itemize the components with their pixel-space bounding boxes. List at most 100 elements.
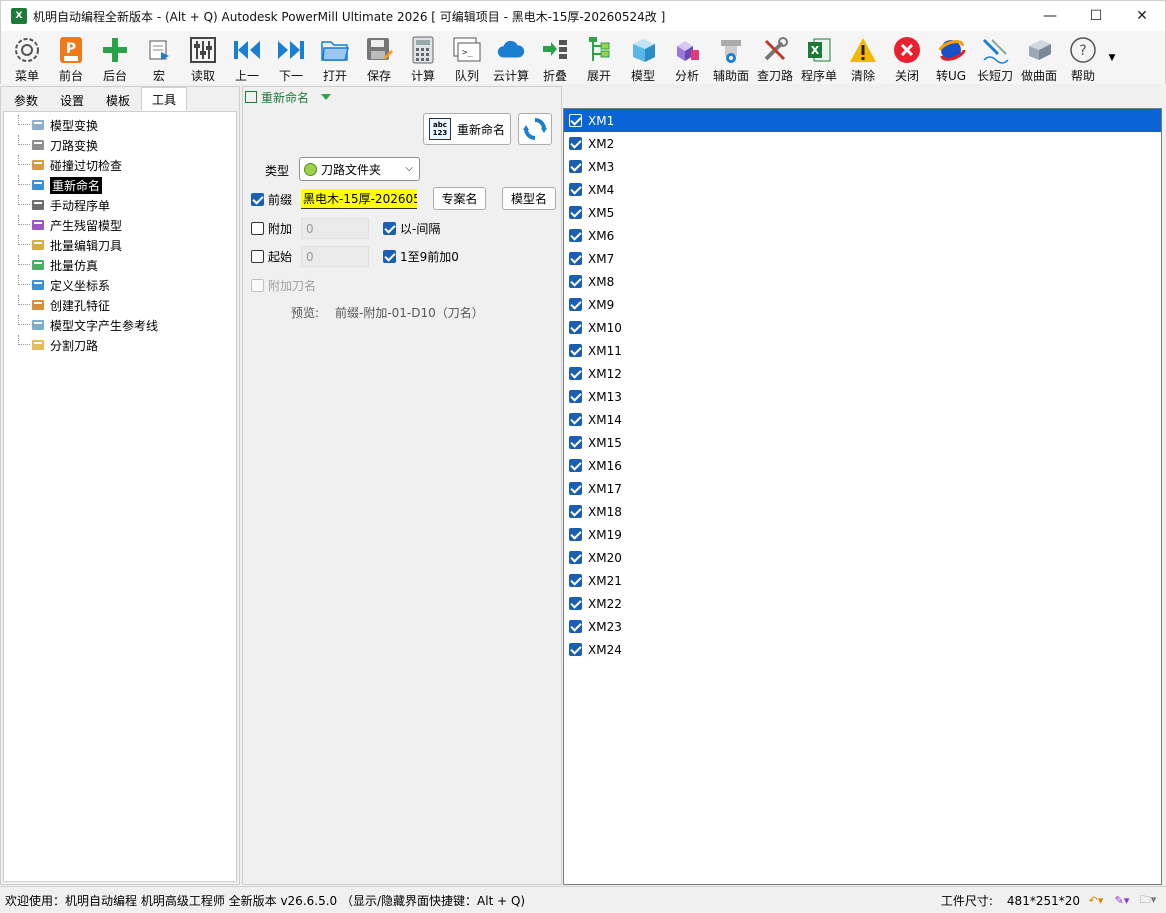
- toolbar-button-aux-surface[interactable]: 辅助面: [709, 31, 753, 84]
- list-item[interactable]: XM9: [564, 293, 1161, 316]
- tree-item[interactable]: 重新命名: [4, 175, 236, 195]
- toolbar-button-cube[interactable]: 模型: [621, 31, 665, 84]
- tree-item[interactable]: 刀路变换: [4, 135, 236, 155]
- minimize-button[interactable]: —: [1027, 1, 1073, 31]
- toolbar-button-tool-length[interactable]: 长短刀: [973, 31, 1017, 84]
- append-tool-name-checkbox[interactable]: [251, 279, 264, 292]
- list-item-checkbox[interactable]: [569, 528, 582, 541]
- toolbar-button-sliders[interactable]: 读取: [181, 31, 225, 84]
- toolbar-button-ug[interactable]: 转UG: [929, 31, 973, 84]
- list-item[interactable]: XM2: [564, 132, 1161, 155]
- list-item[interactable]: XM22: [564, 592, 1161, 615]
- rename-button[interactable]: abc 123 重新命名: [423, 113, 511, 145]
- list-item-checkbox[interactable]: [569, 275, 582, 288]
- prefix-checkbox[interactable]: [251, 193, 264, 206]
- tree-item[interactable]: 分割刀路: [4, 335, 236, 355]
- append-checkbox[interactable]: [251, 222, 264, 235]
- toolbar-button-gear[interactable]: 菜单: [5, 31, 49, 84]
- tree-item[interactable]: 创建孔特征: [4, 295, 236, 315]
- list-item[interactable]: XM19: [564, 523, 1161, 546]
- list-item-checkbox[interactable]: [569, 620, 582, 633]
- chevron-down-icon[interactable]: [321, 94, 332, 100]
- list-item-checkbox[interactable]: [569, 252, 582, 265]
- list-item[interactable]: XM1: [564, 109, 1161, 132]
- list-item-checkbox[interactable]: [569, 574, 582, 587]
- list-item-checkbox[interactable]: [569, 643, 582, 656]
- maximize-button[interactable]: ☐: [1073, 1, 1119, 31]
- list-item[interactable]: XM8: [564, 270, 1161, 293]
- list-item[interactable]: XM10: [564, 316, 1161, 339]
- list-item[interactable]: XM12: [564, 362, 1161, 385]
- tab-1[interactable]: 设置: [49, 89, 95, 111]
- toolbar-button-save[interactable]: 保存: [357, 31, 401, 84]
- refresh-button[interactable]: [518, 113, 552, 145]
- list-item-checkbox[interactable]: [569, 344, 582, 357]
- list-item-checkbox[interactable]: [569, 413, 582, 426]
- list-item-checkbox[interactable]: [569, 298, 582, 311]
- tab-3[interactable]: 工具: [141, 87, 188, 111]
- tree-item[interactable]: 批量仿真: [4, 255, 236, 275]
- append-input[interactable]: 0: [301, 218, 369, 239]
- list-item[interactable]: XM17: [564, 477, 1161, 500]
- list-item-checkbox[interactable]: [569, 551, 582, 564]
- list-item[interactable]: XM21: [564, 569, 1161, 592]
- tree-item[interactable]: 碰撞过切检查: [4, 155, 236, 175]
- tree-item[interactable]: 模型变换: [4, 115, 236, 135]
- toolbar-button-next[interactable]: 下一: [269, 31, 313, 84]
- toolbar-button-help[interactable]: ? 帮助: [1061, 31, 1105, 84]
- list-item-checkbox[interactable]: [569, 160, 582, 173]
- list-item[interactable]: XM16: [564, 454, 1161, 477]
- tab-2[interactable]: 模板: [95, 89, 141, 111]
- list-item-checkbox[interactable]: [569, 114, 582, 127]
- toolbar-button-queue-terminal[interactable]: >_ 队列: [445, 31, 489, 84]
- list-item[interactable]: XM24: [564, 638, 1161, 661]
- type-select[interactable]: 刀路文件夹 ⌵: [299, 157, 420, 181]
- toolbar-button-calculator[interactable]: 计算: [401, 31, 445, 84]
- list-item-checkbox[interactable]: [569, 367, 582, 380]
- list-item[interactable]: XM13: [564, 385, 1161, 408]
- toolbar-button-expand-tree[interactable]: 展开: [577, 31, 621, 84]
- list-item-checkbox[interactable]: [569, 459, 582, 472]
- toolbar-button-previous[interactable]: 上一: [225, 31, 269, 84]
- toolbar-button-warning[interactable]: 清除: [841, 31, 885, 84]
- rename-header[interactable]: 重新命名: [243, 87, 561, 107]
- list-item-checkbox[interactable]: [569, 183, 582, 196]
- list-item-checkbox[interactable]: [569, 482, 582, 495]
- toolbar-button-excel[interactable]: X 程序单: [797, 31, 841, 84]
- list-item-checkbox[interactable]: [569, 597, 582, 610]
- start-checkbox[interactable]: [251, 250, 264, 263]
- list-item[interactable]: XM18: [564, 500, 1161, 523]
- toolbar-button-analysis[interactable]: 分析: [665, 31, 709, 84]
- toolpath-draw-icon[interactable]: ✎▾: [1112, 893, 1132, 909]
- list-item[interactable]: XM15: [564, 431, 1161, 454]
- tree-item[interactable]: 模型文字产生参考线: [4, 315, 236, 335]
- tree-item[interactable]: 手动程序单: [4, 195, 236, 215]
- list-item-checkbox[interactable]: [569, 137, 582, 150]
- folder-icon[interactable]: 🗀▾: [1138, 893, 1158, 909]
- tree-item[interactable]: 批量编辑刀具: [4, 235, 236, 255]
- list-item-checkbox[interactable]: [569, 229, 582, 242]
- list-item[interactable]: XM3: [564, 155, 1161, 178]
- toolbar-button-tools[interactable]: 查刀路: [753, 31, 797, 84]
- toolbar-button-plus[interactable]: 后台: [93, 31, 137, 84]
- list-item[interactable]: XM4: [564, 178, 1161, 201]
- start-input[interactable]: 0: [301, 246, 369, 267]
- tree-item[interactable]: 定义坐标系: [4, 275, 236, 295]
- list-item-checkbox[interactable]: [569, 206, 582, 219]
- prefix-input[interactable]: 黑电木-15厚-202605: [301, 189, 417, 209]
- list-item-checkbox[interactable]: [569, 436, 582, 449]
- list-item-checkbox[interactable]: [569, 321, 582, 334]
- dash-separator-checkbox[interactable]: [383, 222, 396, 235]
- list-item[interactable]: XM14: [564, 408, 1161, 431]
- undo-icon[interactable]: ↶▾: [1086, 893, 1106, 909]
- list-item[interactable]: XM7: [564, 247, 1161, 270]
- tab-0[interactable]: 参数: [3, 89, 49, 111]
- list-item-checkbox[interactable]: [569, 505, 582, 518]
- tree-item[interactable]: 产生残留模型: [4, 215, 236, 235]
- toolbar-button-macro[interactable]: 宏: [137, 31, 181, 84]
- list-item[interactable]: XM11: [564, 339, 1161, 362]
- toolbar-button-powermill-p[interactable]: P 前台: [49, 31, 93, 84]
- list-item-checkbox[interactable]: [569, 390, 582, 403]
- list-item[interactable]: XM23: [564, 615, 1161, 638]
- toolbar-button-surface[interactable]: 做曲面: [1017, 31, 1061, 84]
